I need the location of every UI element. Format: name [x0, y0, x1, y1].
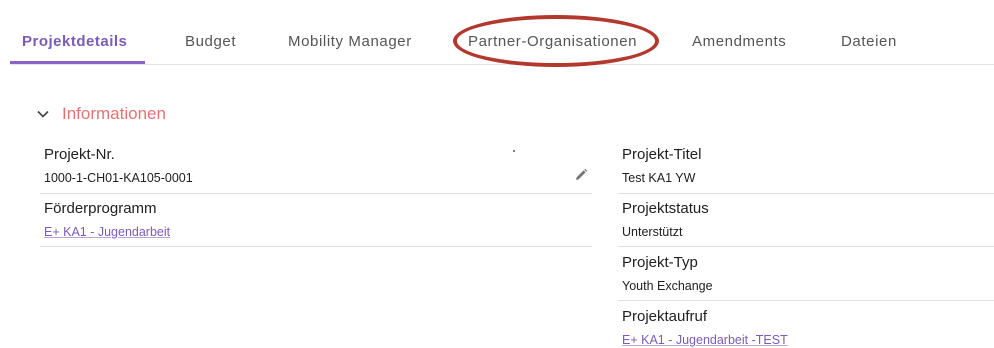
field-value: 1000-1-CH01-KA105-0001 [44, 171, 193, 185]
field-label: Förderprogramm [44, 200, 157, 217]
project-details-page: Projektdetails Budget Mobility Manager P… [0, 0, 994, 348]
field-projektstatus: Projektstatus Unterstützt [618, 200, 994, 247]
tab-amendments[interactable]: Amendments [692, 33, 786, 50]
field-value: Unterstützt [622, 225, 683, 239]
tab-mobility-manager[interactable]: Mobility Manager [288, 33, 412, 50]
field-label: Projekt-Titel [622, 146, 702, 163]
field-value: Youth Exchange [622, 279, 713, 293]
field-label: Projektstatus [622, 200, 709, 217]
field-projekt-nr: Projekt-Nr. 1000-1-CH01-KA105-0001 [40, 146, 592, 194]
field-projekt-typ: Projekt-Typ Youth Exchange [618, 254, 994, 301]
active-tab-indicator [10, 61, 145, 64]
field-value: Test KA1 YW [622, 171, 696, 185]
tab-dateien[interactable]: Dateien [841, 33, 897, 50]
pencil-icon[interactable] [574, 168, 588, 182]
tab-projektdetails[interactable]: Projektdetails [22, 33, 127, 50]
projektaufruf-link[interactable]: E+ KA1 - Jugendarbeit -TEST [622, 333, 788, 347]
chevron-down-icon [37, 110, 49, 118]
field-label: Projekt-Nr. [44, 146, 115, 163]
section-toggle-informationen[interactable]: Informationen [36, 104, 166, 124]
tab-budget[interactable]: Budget [185, 33, 236, 50]
tab-partner-organisationen[interactable]: Partner-Organisationen [468, 33, 637, 50]
foerderprogramm-link[interactable]: E+ KA1 - Jugendarbeit [44, 225, 170, 239]
tab-bar: Projektdetails Budget Mobility Manager P… [10, 22, 994, 65]
field-projektaufruf: Projektaufruf E+ KA1 - Jugendarbeit -TES… [618, 308, 994, 348]
section-title: Informationen [62, 104, 166, 123]
field-label: Projekt-Typ [622, 254, 698, 271]
field-foerderprogramm: Förderprogramm E+ KA1 - Jugendarbeit [40, 200, 592, 247]
field-label: Projektaufruf [622, 308, 708, 325]
field-projekt-titel: Projekt-Titel Test KA1 YW [618, 146, 994, 194]
